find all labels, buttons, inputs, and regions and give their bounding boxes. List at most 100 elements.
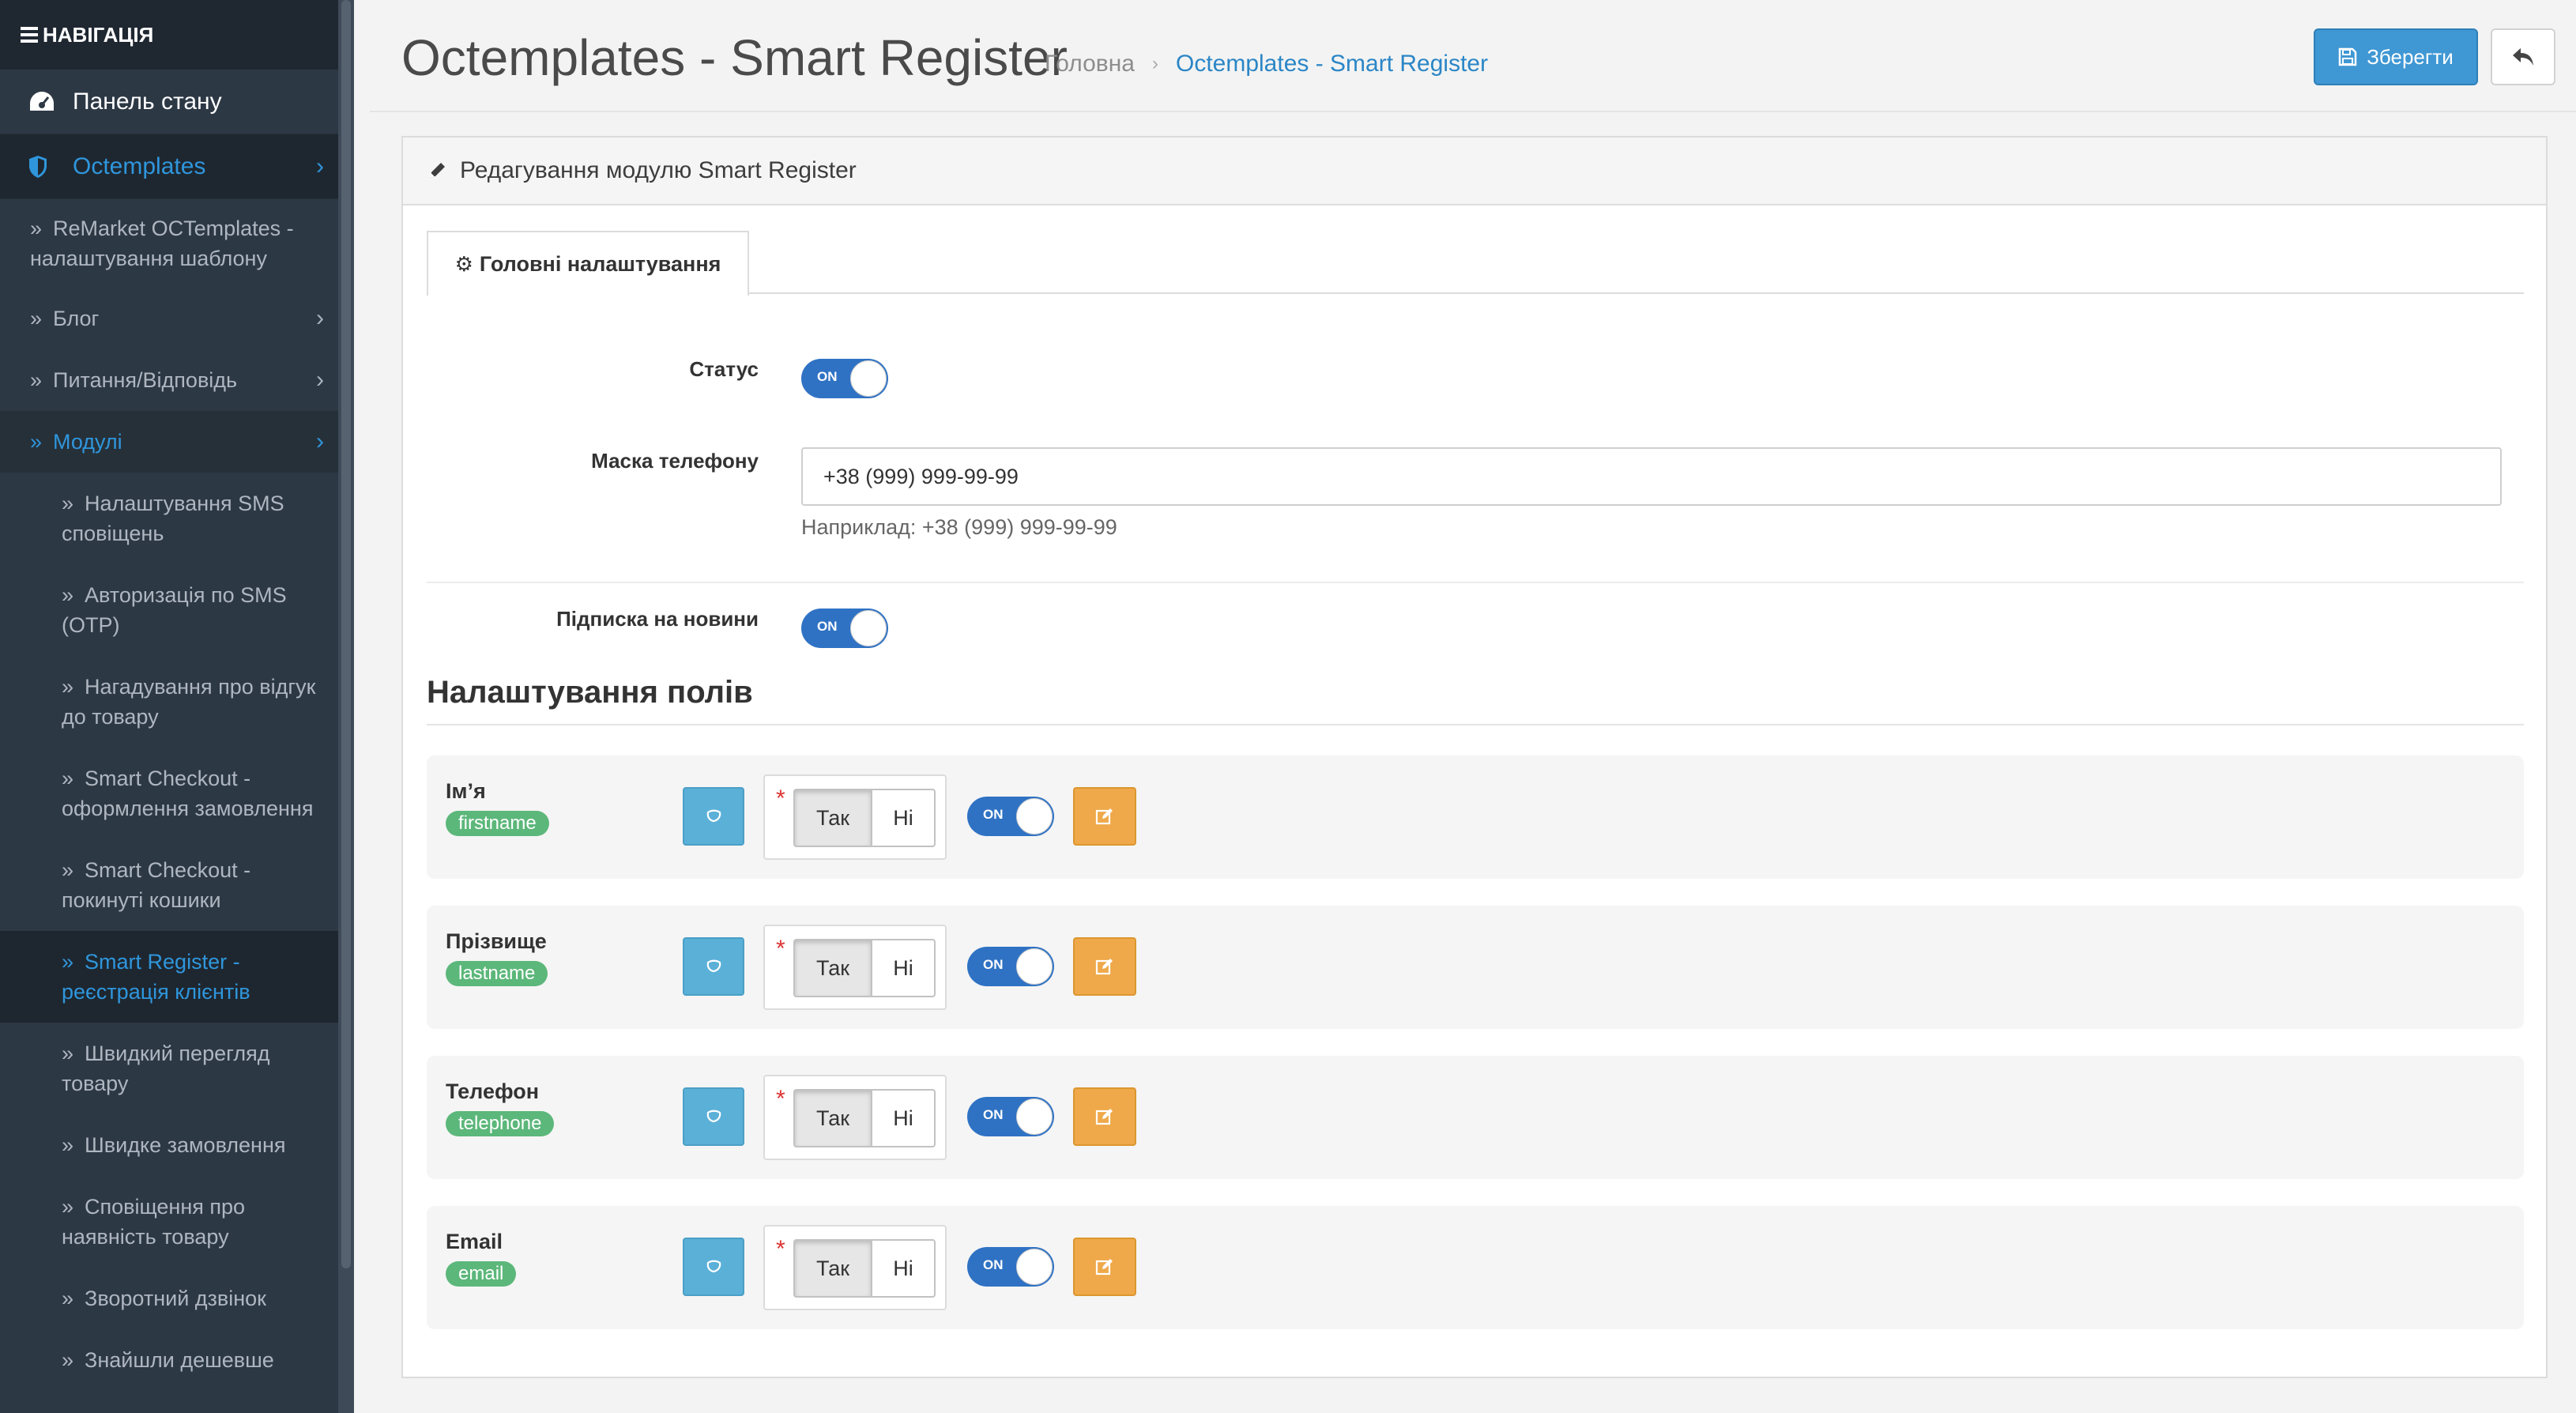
sidebar-item-label: Модулі: [53, 430, 122, 454]
required-no-button[interactable]: Ні: [871, 789, 936, 847]
fields-heading: Налаштування полів: [427, 675, 753, 710]
double-chevron-icon: »: [62, 767, 74, 790]
sidebar-module-abandoned-carts[interactable]: » Smart Checkout - покинуті кошики: [0, 839, 354, 931]
breadcrumb: Головна › Octemplates - Smart Register: [1045, 51, 1488, 77]
field-enabled-toggle[interactable]: ON: [967, 1097, 1054, 1136]
panel-title: Редагування модулю Smart Register: [460, 157, 857, 183]
drag-icon: [706, 1110, 721, 1123]
edit-field-button[interactable]: [1073, 787, 1136, 846]
drag-icon: [706, 1260, 721, 1273]
sidebar-scrollbar-thumb[interactable]: [341, 0, 351, 1268]
required-yes-button[interactable]: Так: [793, 1089, 871, 1147]
phone-mask-help: Наприклад: +38 (999) 999-99-99: [801, 515, 1117, 539]
field-enabled-toggle[interactable]: ON: [967, 1247, 1054, 1287]
required-no-button[interactable]: Ні: [871, 1089, 936, 1147]
double-chevron-icon: »: [30, 307, 43, 330]
double-chevron-icon: »: [62, 1348, 74, 1372]
sidebar-module-callback[interactable]: » Зворотний дзвінок: [0, 1268, 354, 1329]
sidebar-item-octemplates[interactable]: Octemplates ›: [0, 134, 354, 199]
sidebar-module-smart-checkout[interactable]: » Smart Checkout - оформлення замовлення: [0, 748, 354, 839]
double-chevron-icon: »: [62, 1133, 74, 1157]
field-label: Email: [446, 1230, 503, 1253]
double-chevron-icon: »: [62, 1195, 74, 1219]
sidebar-module-quick-order[interactable]: » Швидке замовлення: [0, 1114, 354, 1176]
sidebar-module-otp[interactable]: » Авторизація по SMS (OTP): [0, 564, 354, 656]
toggle-on-text: ON: [983, 957, 1004, 972]
toggle-knob: [1016, 1098, 1053, 1135]
breadcrumb-current[interactable]: Octemplates - Smart Register: [1176, 51, 1488, 77]
tab-label: Головні налаштування: [479, 251, 721, 276]
sidebar-item-label: Нагадування про відгук до товару: [62, 675, 316, 729]
sidebar-item-label: Швидке замовлення: [85, 1133, 286, 1157]
required-switch: * Так Ні: [763, 1225, 947, 1310]
required-yes-button[interactable]: Так: [793, 1239, 871, 1298]
tab-main-settings[interactable]: ⚙ Головні налаштування: [427, 231, 749, 296]
menu-bars-icon[interactable]: [21, 24, 38, 46]
sidebar-scrollbar[interactable]: [338, 0, 354, 1413]
status-toggle[interactable]: ON: [801, 359, 888, 398]
save-button[interactable]: Зберегти: [2314, 28, 2478, 85]
double-chevron-icon: »: [62, 492, 74, 515]
field-key-badge: lastname: [446, 961, 548, 986]
sidebar-module-smart-register[interactable]: » Smart Register - реєстрація клієнтів: [0, 931, 354, 1023]
back-button[interactable]: [2491, 28, 2555, 85]
drag-handle-button[interactable]: [683, 1238, 744, 1296]
double-chevron-icon: »: [62, 1042, 74, 1065]
dashboard-icon: [28, 90, 60, 114]
phone-mask-value: +38 (999) 999-99-99: [823, 464, 1019, 488]
phone-mask-input[interactable]: +38 (999) 999-99-99: [801, 447, 2502, 506]
required-no-button[interactable]: Ні: [871, 1239, 936, 1298]
sidebar-module-sms[interactable]: » Налаштування SMS сповіщень: [0, 473, 354, 564]
double-chevron-icon: »: [62, 675, 74, 699]
sidebar-item-blog[interactable]: » Блог ›: [0, 288, 354, 349]
sidebar-item-faq[interactable]: » Питання/Відповідь ›: [0, 349, 354, 411]
toggle-knob: [1016, 948, 1053, 985]
page-header: Octemplates - Smart Register Головна › O…: [370, 0, 2576, 112]
sidebar-item-label: ReMarket OCTemplates - налаштування шабл…: [30, 217, 294, 270]
required-asterisk: *: [776, 1236, 785, 1262]
breadcrumb-home[interactable]: Головна: [1045, 51, 1135, 77]
field-key-badge: firstname: [446, 811, 549, 836]
sidebar-item-dashboard[interactable]: Панель стану: [0, 70, 354, 134]
sidebar-item-label: Швидкий перегляд товару: [62, 1042, 270, 1095]
sidebar-item-remarket[interactable]: » ReMarket OCTemplates - налаштування шаб…: [0, 199, 354, 288]
drag-handle-button[interactable]: [683, 937, 744, 996]
drag-handle-button[interactable]: [683, 1087, 744, 1146]
panel-heading: Редагування модулю Smart Register: [403, 138, 2546, 205]
sidebar-module-stock-notify[interactable]: » Сповіщення про наявність товару: [0, 1176, 354, 1268]
sidebar-module-review-reminder[interactable]: » Нагадування про відгук до товару: [0, 656, 354, 748]
edit-icon: [1095, 1259, 1113, 1275]
required-switch: * Так Ні: [763, 925, 947, 1010]
required-yes-button[interactable]: Так: [793, 789, 871, 847]
drag-icon: [706, 959, 721, 973]
double-chevron-icon: »: [30, 430, 43, 454]
tab-bar: ⚙ Головні налаштування: [427, 231, 2524, 296]
field-label: Прізвище: [446, 929, 547, 953]
sidebar-item-label: Зворотний дзвінок: [85, 1287, 266, 1310]
breadcrumb-separator: ›: [1151, 53, 1158, 74]
double-chevron-icon: »: [62, 950, 74, 974]
required-no-button[interactable]: Ні: [871, 939, 936, 997]
edit-field-button[interactable]: [1073, 937, 1136, 996]
toggle-on-text: ON: [817, 619, 838, 634]
sidebar-item-label: Блог: [53, 307, 100, 330]
edit-field-button[interactable]: [1073, 1087, 1136, 1146]
field-enabled-toggle[interactable]: ON: [967, 797, 1054, 836]
toggle-on-text: ON: [983, 1107, 1004, 1122]
floppy-disk-icon: [2338, 47, 2357, 66]
sidebar-item-modules[interactable]: » Модулі ›: [0, 411, 354, 473]
field-enabled-toggle[interactable]: ON: [967, 947, 1054, 986]
sidebar-module-found-cheaper[interactable]: » Знайшли дешевше: [0, 1329, 354, 1391]
drag-handle-button[interactable]: [683, 787, 744, 846]
sidebar-item-label: Авторизація по SMS (OTP): [62, 583, 287, 637]
divider: [427, 724, 2524, 725]
edit-field-button[interactable]: [1073, 1238, 1136, 1296]
newsletter-toggle[interactable]: ON: [801, 609, 888, 648]
sidebar-module-quick-view[interactable]: » Швидкий перегляд товару: [0, 1023, 354, 1114]
reply-arrow-icon: [2513, 48, 2533, 66]
required-switch: * Так Ні: [763, 1075, 947, 1160]
gear-icon: ⚙: [454, 251, 473, 276]
edit-icon: [1095, 959, 1113, 975]
required-yes-button[interactable]: Так: [793, 939, 871, 997]
sidebar-item-label: Сповіщення про наявність товару: [62, 1195, 246, 1249]
